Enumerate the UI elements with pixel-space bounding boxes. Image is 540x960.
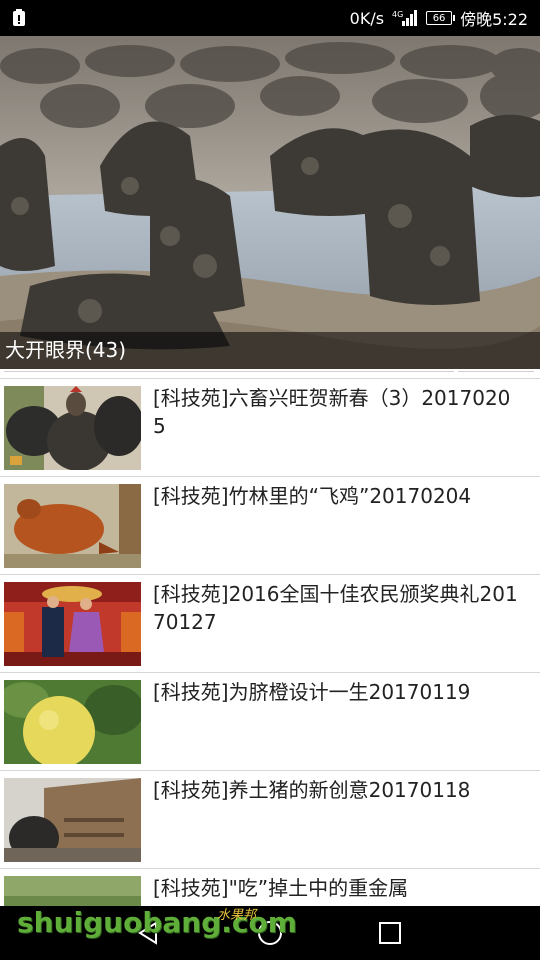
- status-bar: 0K/s 4G 66 傍晚5:22: [0, 0, 540, 36]
- video-title: [科技苑]"吃”掉土中的重金属: [153, 876, 409, 900]
- video-title: [科技苑]竹林里的“飞鸡”20170204: [153, 484, 472, 508]
- thumbnail-navel-orange: [4, 680, 141, 764]
- list-item[interactable]: [科技苑]为脐橙设计一生20170119: [0, 672, 540, 770]
- video-list: [科技苑]六畜兴旺贺新春（3）20170205 [科技苑]竹林里的“飞鸡”201…: [0, 378, 540, 960]
- notification-icon: [12, 9, 26, 27]
- list-item[interactable]: [科技苑]养土猪的新创意20170118: [0, 770, 540, 868]
- video-title: [科技苑]2016全国十佳农民颁奖典礼20170127: [153, 582, 518, 634]
- thumbnail-rooster: [4, 386, 141, 470]
- list-item[interactable]: [科技苑]2016全国十佳农民颁奖典礼20170127: [0, 574, 540, 672]
- banner-caption-bar: 大开眼界(43): [0, 332, 540, 369]
- banner-image: [0, 36, 540, 369]
- signal-icon: 4G: [392, 9, 418, 27]
- video-title: [科技苑]为脐橙设计一生20170119: [153, 680, 471, 704]
- thumbnail-pig-shed: [4, 778, 141, 862]
- banner-caption: 大开眼界(43): [5, 338, 127, 362]
- thumbnail-brown-chicken: [4, 484, 141, 568]
- video-title: [科技苑]养土猪的新创意20170118: [153, 778, 471, 802]
- status-indicators: 0K/s 4G 66 傍晚5:22: [350, 0, 528, 36]
- video-title: [科技苑]六畜兴旺贺新春（3）20170205: [153, 386, 511, 438]
- app-screen: 0K/s 4G 66 傍晚5:22 大开眼界(43) [科技苑]六畜兴旺贺新春（…: [0, 0, 540, 960]
- hero-banner[interactable]: 大开眼界(43): [0, 36, 540, 369]
- back-icon-placeholder: [28, 918, 58, 948]
- thumbnail-award-stage: [4, 582, 141, 666]
- recents-icon[interactable]: [375, 918, 405, 948]
- navigation-bar: [0, 906, 540, 960]
- battery-icon: 66: [426, 11, 456, 25]
- network-speed: 0K/s: [349, 8, 385, 28]
- network-type-label: 4G: [392, 10, 403, 19]
- clock: 傍晚5:22: [460, 10, 528, 29]
- back-icon[interactable]: [134, 918, 164, 948]
- list-item[interactable]: [科技苑]竹林里的“飞鸡”20170204: [0, 476, 540, 574]
- home-icon[interactable]: [255, 918, 285, 948]
- list-item[interactable]: [科技苑]六畜兴旺贺新春（3）20170205: [0, 378, 540, 476]
